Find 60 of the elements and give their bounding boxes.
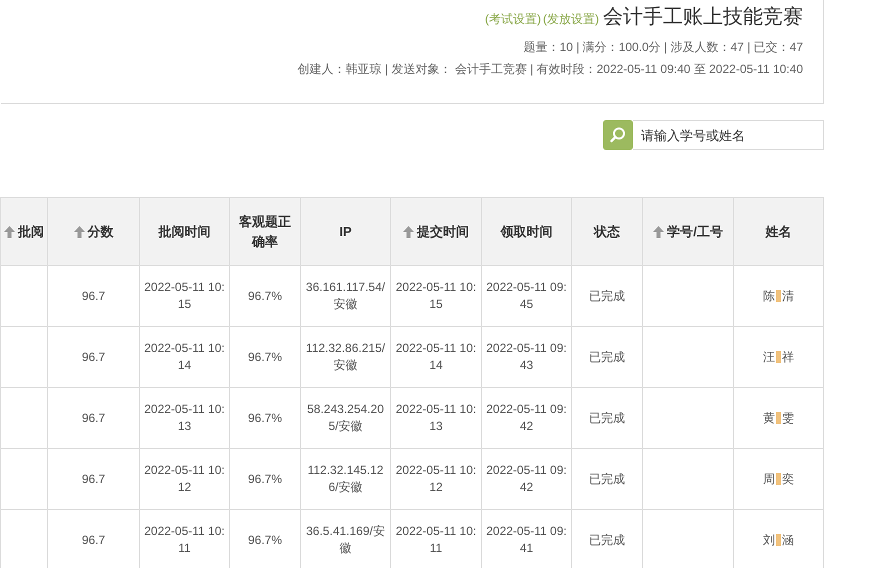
table-cell: 112.32.86.215/安徽: [306, 341, 386, 372]
table-cell: 2022-05-11 10:14: [144, 341, 225, 372]
sort-arrow-icon[interactable]: [403, 226, 414, 238]
table-cell: 2022-05-11 09:43: [486, 341, 567, 372]
table-cell: 96.7%: [248, 532, 282, 546]
student-name: 周 奕: [763, 470, 794, 488]
table-cell: 96.7: [82, 350, 106, 364]
table-cell: 96.7: [82, 288, 106, 302]
table-cell: 2022-05-11 10:15: [396, 280, 476, 311]
sort-arrow-icon[interactable]: [653, 226, 664, 238]
search-icon: [609, 126, 627, 144]
table-cell: 2022-05-11 10:12: [144, 463, 225, 494]
student-name: 刘 涵: [763, 532, 794, 548]
student-name: 汪 祥: [763, 348, 794, 366]
column-header: 客观题正确率: [230, 198, 300, 266]
table-cell: 36.161.117.54/安徽: [306, 280, 386, 311]
column-header: IP: [300, 198, 390, 266]
column-header: 姓名: [734, 198, 824, 266]
table-cell: 2022-05-11 10:13: [144, 402, 225, 433]
column-header: 批阅时间: [140, 198, 230, 266]
table-cell: 已完成: [589, 472, 625, 486]
table-cell: 36.5.41.169/安徽: [306, 524, 385, 555]
table-cell: 2022-05-11 10:13: [396, 402, 476, 433]
table-cell: 2022-05-11 09:41: [486, 524, 567, 555]
search-button[interactable]: [603, 120, 633, 150]
sort-arrow-icon[interactable]: [4, 226, 15, 238]
column-header[interactable]: 学号/工号: [642, 198, 734, 266]
table-cell: 已完成: [589, 532, 625, 546]
table-cell: 2022-05-11 09:45: [486, 280, 567, 311]
table-cell: 96.7: [82, 472, 106, 486]
exam-info: 创建人：韩亚琼 | 发送对象： 会计手工竞赛 | 有效时段：2022-05-11 09:40 至 2022-05-11 10:40: [298, 62, 803, 76]
table-cell: 96.7: [82, 410, 106, 424]
table-cell: 2022-05-11 09:42: [486, 402, 567, 433]
table-cell: 2022-05-11 10:15: [144, 280, 225, 311]
table-cell: 2022-05-11 10:12: [396, 463, 476, 494]
table-cell: 96.7: [82, 532, 106, 546]
exam-stats: 题量：10 | 满分：100.0分 | 涉及人数：47 | 已交：47: [524, 40, 803, 54]
column-header[interactable]: 提交时间: [390, 198, 482, 266]
search-field[interactable]: 请输入学号或姓名: [633, 120, 824, 150]
column-header: 状态: [572, 198, 642, 266]
table-cell: 96.7%: [248, 288, 282, 302]
table-cell: 已完成: [589, 288, 625, 302]
table-cell: 96.7%: [248, 472, 282, 486]
column-header[interactable]: 批阅: [0, 198, 48, 266]
table-cell: 2022-05-11 09:42: [486, 463, 567, 494]
sort-arrow-icon[interactable]: [74, 226, 84, 238]
column-header: 领取时间: [482, 198, 572, 266]
table-cell: 96.7%: [248, 350, 282, 364]
table-cell: 58.243.254.205/安徽: [307, 402, 384, 433]
exam-title: 会计手工账上技能竞赛: [603, 5, 803, 30]
table-cell: 已完成: [589, 350, 625, 364]
table-cell: 112.32.145.126/安徽: [308, 463, 384, 494]
student-name: 黄 雯: [763, 410, 794, 426]
table-cell: 96.7%: [248, 410, 282, 424]
student-name: 陈 清: [763, 288, 794, 304]
table-cell: 2022-05-11 10:11: [144, 524, 225, 555]
table-cell: 2022-05-11 10:14: [396, 341, 476, 372]
table-cell: 2022-05-11 10:11: [396, 524, 476, 555]
column-header[interactable]: 分数: [48, 198, 140, 266]
table-cell: 已完成: [589, 410, 625, 424]
